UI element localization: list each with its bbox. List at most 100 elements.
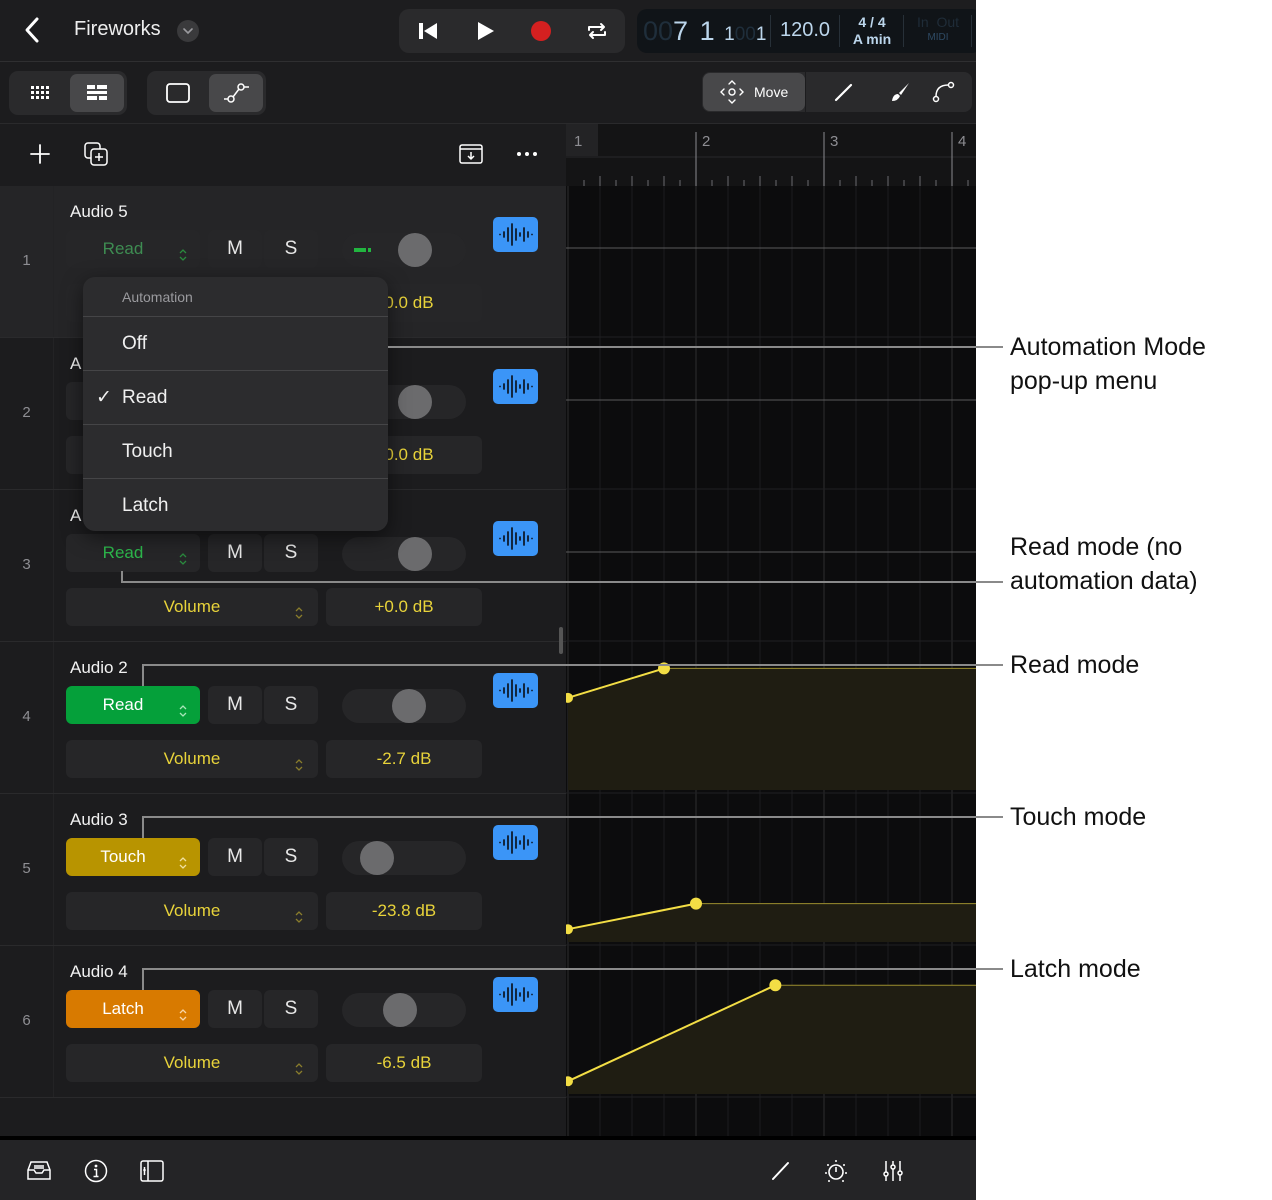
mute-button[interactable]: M xyxy=(208,990,262,1028)
back-button[interactable] xyxy=(22,16,50,46)
menu-item-label: Off xyxy=(122,333,147,354)
mute-button[interactable]: M xyxy=(208,230,262,268)
smart-controls-pencil-button[interactable] xyxy=(768,1158,794,1184)
view-mode-switch xyxy=(9,71,127,115)
ruler-ticks: 1 2 3 4 xyxy=(566,124,976,186)
automation-view-button[interactable] xyxy=(209,74,263,112)
play-button[interactable] xyxy=(473,19,497,43)
volume-slider-knob[interactable] xyxy=(360,841,394,875)
ruler-divider xyxy=(566,156,976,158)
automation-parameter-menu[interactable]: Volume xyxy=(66,892,318,930)
lcd-divider xyxy=(971,15,972,47)
automation-value[interactable]: -2.7 dB xyxy=(326,740,482,778)
automation-mode-button[interactable]: Touch xyxy=(66,838,200,876)
volume-slider-knob[interactable] xyxy=(398,385,432,419)
checkmark-icon: ✓ xyxy=(96,387,112,408)
import-button[interactable] xyxy=(458,143,484,165)
up-down-chevron-icon xyxy=(295,607,303,619)
track-number: 1 xyxy=(0,186,54,337)
solo-button[interactable]: S xyxy=(264,534,318,572)
volume-slider[interactable] xyxy=(342,233,466,267)
automation-lanes[interactable] xyxy=(566,186,976,1136)
menu-item-off[interactable]: Off xyxy=(83,317,388,371)
automation-curve-icon xyxy=(224,83,249,103)
inspector-button[interactable] xyxy=(83,1158,109,1184)
automation-value[interactable]: -6.5 dB xyxy=(326,1044,482,1082)
track-list-scrollbar[interactable] xyxy=(559,627,563,654)
project-menu-button[interactable] xyxy=(177,20,199,42)
menu-item-touch[interactable]: Touch xyxy=(83,425,388,479)
automation-parameter-menu[interactable]: Volume xyxy=(66,1044,318,1082)
callout-latch-mode: Latch mode xyxy=(1010,955,1141,983)
brush-tool-button[interactable] xyxy=(888,80,912,104)
track-name[interactable]: Audio 3 xyxy=(70,810,128,830)
track-name[interactable]: Audio 5 xyxy=(70,202,128,222)
solo-button[interactable]: S xyxy=(264,838,318,876)
volume-slider[interactable] xyxy=(342,689,466,723)
move-tool-button[interactable]: Move xyxy=(703,73,805,111)
midi-out-label: Out xyxy=(936,14,960,30)
menu-item-latch[interactable]: Latch xyxy=(83,479,388,531)
track-name[interactable]: A xyxy=(70,354,81,374)
add-track-button[interactable] xyxy=(28,142,52,166)
smart-controls-button[interactable] xyxy=(823,1158,849,1184)
mute-button[interactable]: M xyxy=(208,534,262,572)
skip-back-icon xyxy=(419,23,437,39)
volume-slider[interactable] xyxy=(342,841,466,875)
automation-fill xyxy=(568,985,976,1094)
automation-parameter-menu[interactable]: Volume xyxy=(66,740,318,778)
lcd-display[interactable]: 007 1 1001 120.0 4 / 4 A min In Out MIDI xyxy=(637,9,976,53)
track-number: 4 xyxy=(0,642,54,793)
volume-slider-knob[interactable] xyxy=(398,537,432,571)
volume-slider-knob[interactable] xyxy=(398,233,432,267)
menu-item-read[interactable]: ✓ Read xyxy=(83,371,388,425)
go-to-beginning-button[interactable] xyxy=(416,19,440,43)
track-number: 2 xyxy=(0,338,54,489)
region-view-button[interactable] xyxy=(150,74,204,112)
track-name[interactable]: Audio 2 xyxy=(70,658,128,678)
mute-button[interactable]: M xyxy=(208,838,262,876)
track-number: 6 xyxy=(0,946,54,1097)
tracks-icon xyxy=(87,85,107,100)
mixer-button[interactable] xyxy=(880,1158,906,1184)
lcd-divider xyxy=(839,15,840,47)
project-title[interactable]: Fireworks xyxy=(74,18,161,41)
mute-button[interactable]: M xyxy=(208,686,262,724)
record-button[interactable] xyxy=(529,19,553,43)
bar-ruler[interactable]: 1 2 3 4 xyxy=(566,124,976,186)
volume-slider[interactable] xyxy=(342,993,466,1027)
automation-mode-button[interactable]: Read xyxy=(66,230,200,268)
track-name[interactable]: A xyxy=(70,506,81,526)
live-loops-view-button[interactable] xyxy=(12,74,66,112)
automation-value[interactable]: +0.0 dB xyxy=(326,588,482,626)
track-name[interactable]: Audio 4 xyxy=(70,962,128,982)
curve-tool-button[interactable] xyxy=(930,80,956,104)
audio-track-icon xyxy=(493,673,538,708)
automation-parameter-menu[interactable]: Volume xyxy=(66,588,318,626)
automation-mode-button[interactable]: Latch xyxy=(66,990,200,1028)
volume-slider-knob[interactable] xyxy=(383,993,417,1027)
pencil-tool-button[interactable] xyxy=(832,80,856,104)
automation-fill xyxy=(568,668,976,790)
solo-button[interactable]: S xyxy=(264,230,318,268)
automation-mode-button[interactable]: Read xyxy=(66,534,200,572)
tracks-view-button[interactable] xyxy=(70,74,124,112)
solo-button[interactable]: S xyxy=(264,686,318,724)
bar-number: 1 xyxy=(574,133,582,150)
duplicate-track-button[interactable] xyxy=(83,141,109,167)
automation-value[interactable]: -23.8 dB xyxy=(326,892,482,930)
transport-controls xyxy=(399,9,625,53)
more-options-button[interactable] xyxy=(514,144,540,164)
solo-button[interactable]: S xyxy=(264,990,318,1028)
volume-slider[interactable] xyxy=(342,537,466,571)
midi-label: MIDI xyxy=(927,32,949,43)
automation-mode-button[interactable]: Read xyxy=(66,686,200,724)
editor-panel-button[interactable] xyxy=(139,1158,165,1184)
callout-line: automation data) xyxy=(1010,567,1198,595)
up-down-chevron-icon xyxy=(295,759,303,771)
callout-line: Automation Mode xyxy=(1010,333,1206,361)
browser-button[interactable] xyxy=(26,1158,52,1184)
cycle-button[interactable] xyxy=(585,19,609,43)
automation-node xyxy=(769,979,782,992)
volume-slider-knob[interactable] xyxy=(392,689,426,723)
